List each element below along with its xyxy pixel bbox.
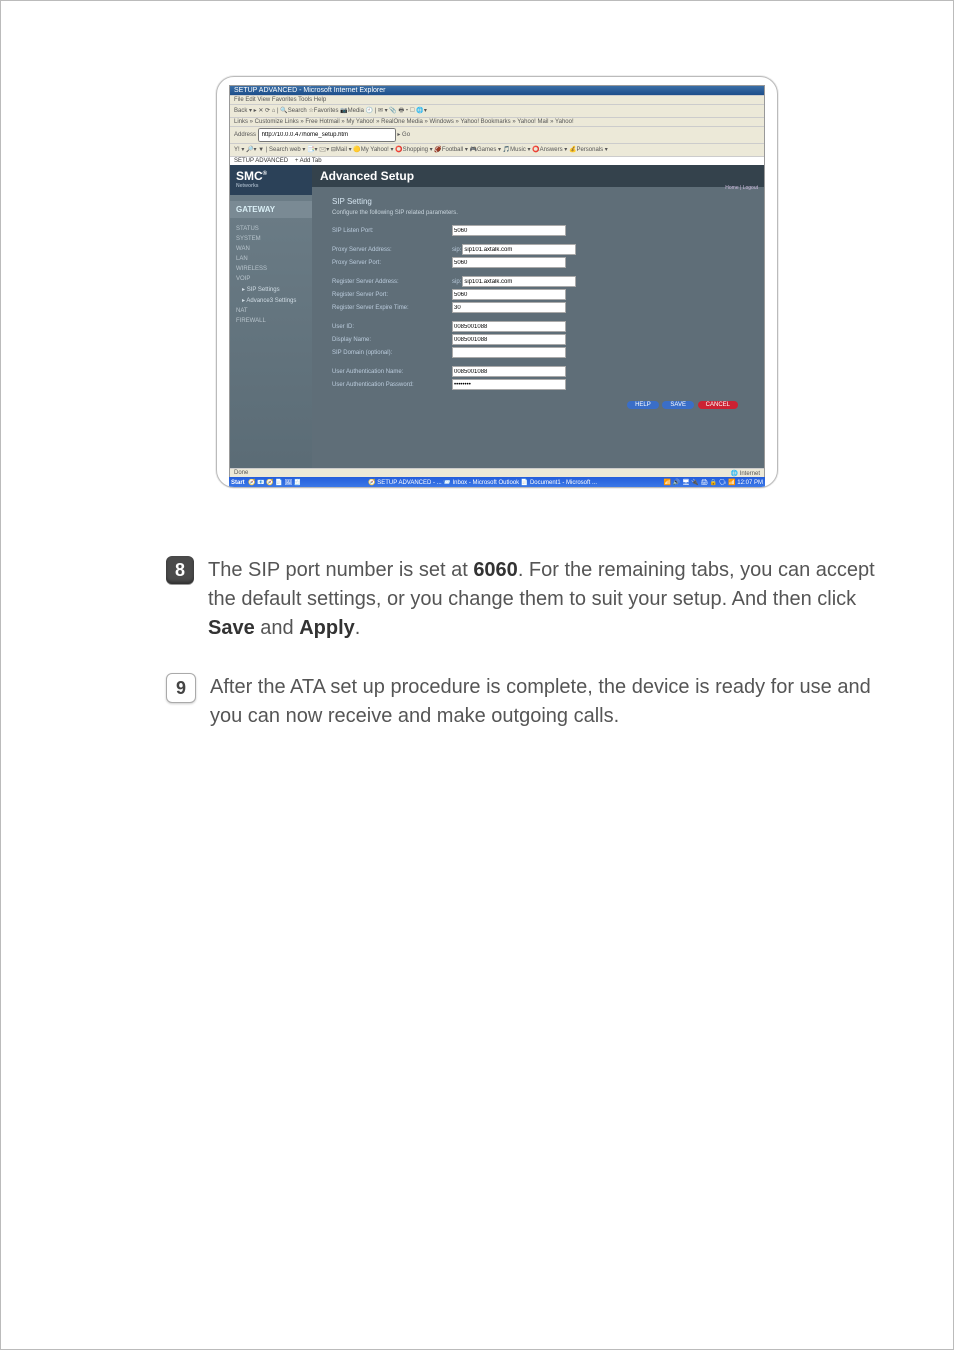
input-user-id[interactable] (452, 321, 566, 332)
input-sip-domain[interactable] (452, 347, 566, 358)
save-button[interactable]: SAVE (662, 401, 694, 409)
row-display-name: Display Name: (312, 333, 764, 346)
sidebar: SMC® Networks GATEWAY STATUS SYSTEM WAN … (230, 165, 312, 479)
address-go[interactable]: ▸ Go (397, 132, 410, 138)
row-reg-addr: Register Server Address: sip: (312, 275, 764, 288)
label-sip-domain: SIP Domain (optional): (332, 350, 452, 356)
input-proxy-port[interactable] (452, 257, 566, 268)
step-9: 9 After the ATA set up procedure is comp… (166, 673, 883, 731)
ie-toolbar[interactable]: Back ▾ ▸ ✕ ⟳ ⌂ | 🔍Search ☆Favorites 📷Med… (230, 104, 764, 117)
row-auth-name: User Authentication Name: (312, 365, 764, 378)
nav-wireless[interactable]: WIRELESS (236, 264, 312, 274)
tab-row: SETUP ADVANCED + Add Tab (230, 156, 764, 165)
sidebar-nav: STATUS SYSTEM WAN LAN WIRELESS VOIP ▸ SI… (230, 224, 312, 326)
panel-subtitle: Configure the following SIP related para… (312, 210, 764, 224)
row-sip-listen-port: SIP Listen Port: (312, 224, 764, 237)
row-reg-expire: Register Server Expire Time: (312, 301, 764, 314)
smc-logo: SMC® Networks (230, 165, 312, 195)
label-reg-addr: Register Server Address: (332, 279, 452, 285)
row-user-id: User ID: (312, 320, 764, 333)
nav-voip[interactable]: VOIP (236, 274, 312, 284)
main-header: Advanced Setup (312, 165, 764, 187)
input-sip-listen-port[interactable] (452, 225, 566, 236)
input-reg-expire[interactable] (452, 302, 566, 313)
row-proxy-addr: Proxy Server Address: sip: (312, 243, 764, 256)
cancel-button[interactable]: CANCEL (698, 401, 738, 409)
step-8-badge: 8 (166, 556, 194, 584)
home-logout[interactable]: Home | Logout (725, 185, 758, 191)
add-tab[interactable]: + Add Tab (295, 158, 322, 164)
input-reg-port[interactable] (452, 289, 566, 300)
prefix-sip: sip: (452, 247, 461, 253)
input-auth-name[interactable] (452, 366, 566, 377)
step-9-text: After the ATA set up procedure is comple… (210, 673, 883, 731)
label-sip-listen-port: SIP Listen Port: (332, 228, 452, 234)
step-8-text: The SIP port number is set at 6060. For … (208, 556, 883, 643)
button-row: HELP SAVE CANCEL (312, 391, 764, 409)
logo-text: SMC (236, 169, 263, 183)
systray[interactable]: 📶 🔊 🖥 🔌 🖨 🔒 🗣 📶 12:07 PM (664, 479, 763, 486)
status-left: Done (234, 470, 248, 477)
address-input[interactable] (258, 128, 396, 142)
row-sip-domain: SIP Domain (optional): (312, 346, 764, 359)
windows-taskbar[interactable]: Start 🧭 📧 🧭 📄 🖼 🧾 🧭 SETUP ADVANCED - ...… (229, 477, 765, 487)
label-auth-pass: User Authentication Password: (332, 382, 452, 388)
screenshot-frame: SETUP ADVANCED - Microsoft Internet Expl… (216, 76, 778, 488)
main-panel: Advanced Setup Home | Logout SIP Setting… (312, 165, 764, 479)
input-auth-pass[interactable] (452, 379, 566, 390)
ie-address-bar: Address ▸ Go (230, 126, 764, 143)
nav-advanced-settings[interactable]: ▸ Advance3 Settings (236, 295, 312, 306)
nav-status[interactable]: STATUS (236, 224, 312, 234)
nav-wan[interactable]: WAN (236, 244, 312, 254)
label-reg-port: Register Server Port: (332, 292, 452, 298)
help-button[interactable]: HELP (627, 401, 659, 409)
row-auth-pass: User Authentication Password: (312, 378, 764, 391)
label-proxy-port: Proxy Server Port: (332, 260, 452, 266)
step-9-badge: 9 (166, 673, 196, 703)
panel-title: SIP Setting (312, 187, 764, 210)
label-user-id: User ID: (332, 324, 452, 330)
nav-system[interactable]: SYSTEM (236, 234, 312, 244)
step-8: 8 The SIP port number is set at 6060. Fo… (166, 556, 883, 643)
tab-setup-advanced[interactable]: SETUP ADVANCED (234, 158, 288, 164)
gateway-label: GATEWAY (230, 201, 312, 218)
row-reg-port: Register Server Port: (312, 288, 764, 301)
ie-links-bar[interactable]: Links » Customize Links » Free Hotmail »… (230, 117, 764, 126)
input-reg-addr[interactable] (462, 276, 576, 287)
ie-window: SETUP ADVANCED - Microsoft Internet Expl… (229, 85, 765, 479)
quicklaunch[interactable]: 🧭 📧 🧭 📄 🖼 🧾 (248, 480, 301, 486)
taskbar-windows[interactable]: 🧭 SETUP ADVANCED - ... 📨 Inbox - Microso… (368, 479, 597, 486)
label-proxy-addr: Proxy Server Address: (332, 247, 452, 253)
prefix-sip-2: sip: (452, 279, 461, 285)
label-reg-expire: Register Server Expire Time: (332, 305, 452, 311)
ie-titlebar: SETUP ADVANCED - Microsoft Internet Expl… (230, 86, 764, 95)
input-display-name[interactable] (452, 334, 566, 345)
yahoo-toolbar[interactable]: Y! ▾ 🔎▾ ▼ | Search web ▾ 📑▾ 🖂▾ ⊟Mail ▾ 🟡… (230, 143, 764, 156)
label-auth-name: User Authentication Name: (332, 369, 452, 375)
status-right: 🌐 Internet (731, 470, 760, 477)
ie-menubar[interactable]: File Edit View Favorites Tools Help (230, 95, 764, 104)
nav-sip-settings[interactable]: ▸ SIP Settings (236, 284, 312, 295)
label-display-name: Display Name: (332, 337, 452, 343)
start-button[interactable]: Start (231, 480, 245, 486)
row-proxy-port: Proxy Server Port: (312, 256, 764, 269)
nav-lan[interactable]: LAN (236, 254, 312, 264)
input-proxy-addr[interactable] (462, 244, 576, 255)
nav-firewall[interactable]: FIREWALL (236, 316, 312, 326)
nav-nat[interactable]: NAT (236, 306, 312, 316)
logo-subtext: Networks (236, 183, 306, 189)
router-content: SMC® Networks GATEWAY STATUS SYSTEM WAN … (230, 165, 764, 479)
address-label: Address (234, 132, 256, 138)
page: SETUP ADVANCED - Microsoft Internet Expl… (0, 0, 954, 1350)
